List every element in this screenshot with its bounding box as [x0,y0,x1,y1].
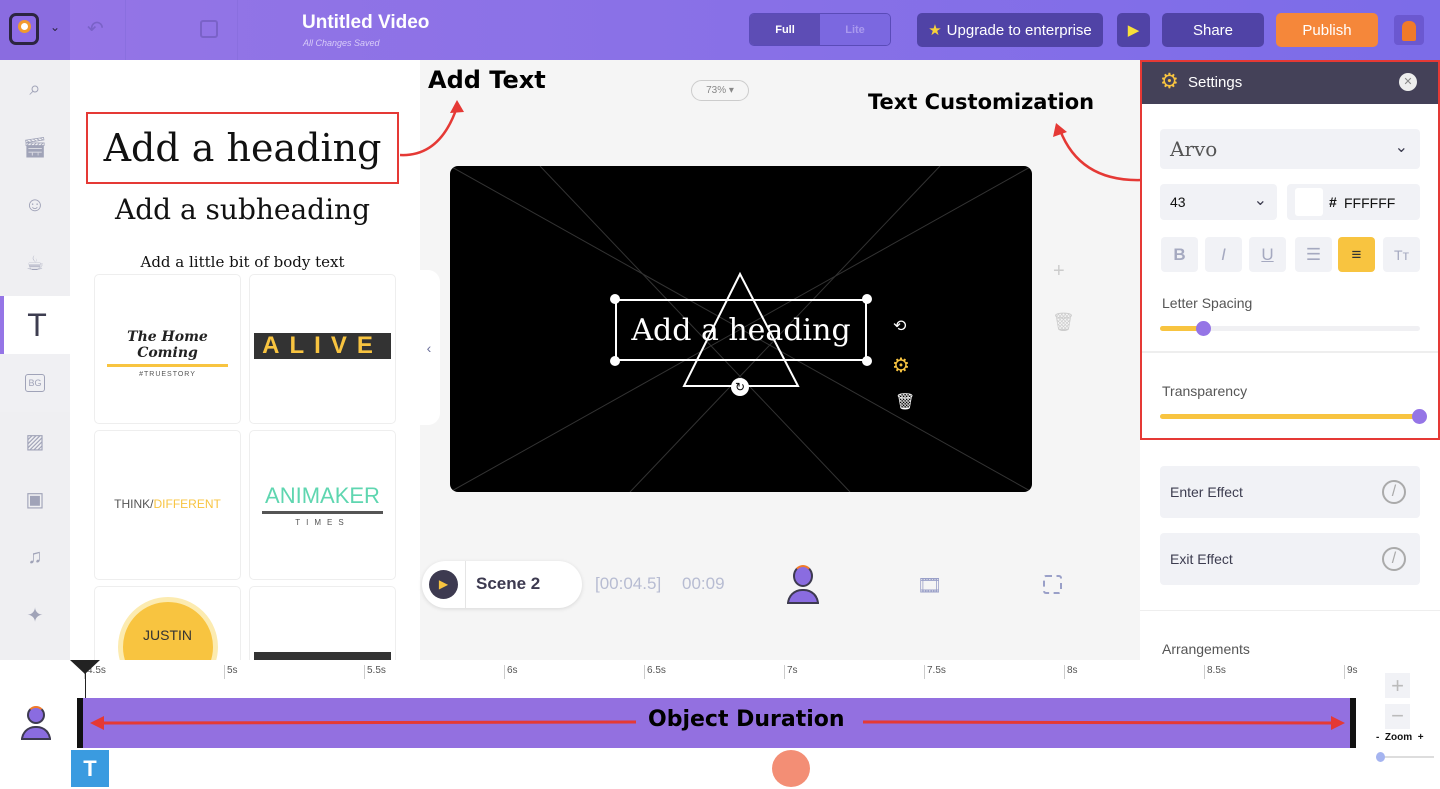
gear-icon[interactable]: ⚙ [892,353,910,378]
animation-marker[interactable] [772,750,810,787]
sidebar-item-text[interactable]: T [0,296,70,354]
text-template-card[interactable]: JUSTIN [94,586,241,666]
save-status: All Changes Saved [303,38,380,48]
timeline-tick: 6.5s [644,665,666,679]
sidebar: ⌕ 🎬︎ ☺ ☕︎ T BG ▨ ▣ ♫ ✦ [0,60,70,660]
add-body-text-option[interactable]: Add a little bit of body text [70,253,415,271]
camera-focus-icon[interactable] [1043,575,1062,594]
sidebar-item-scenes[interactable]: 🎬︎ [0,118,70,176]
exit-effect-button[interactable]: Exit Effect / [1160,533,1420,585]
timeline-tick: 7s [784,665,798,679]
annotation-text-customization: Text Customization [868,90,1095,114]
video-icon: ▣ [25,488,45,511]
effects-icon: ✦ [26,604,44,627]
none-icon: / [1382,547,1406,571]
avatar[interactable] [1394,15,1424,45]
top-bar: ⌄ ↶ Untitled Video All Changes Saved Ful… [0,0,1440,60]
timeline-zoom-slider[interactable] [1376,752,1434,762]
mode-toggle: Full Lite [749,13,891,46]
annotation-arrow [1053,123,1143,182]
mode-full-button[interactable]: Full [750,14,820,45]
sidebar-item-images[interactable]: ▨ [0,412,70,470]
sidebar-item-props[interactable]: ☕︎ [0,234,70,292]
add-subheading-option[interactable]: Add a subheading [70,193,415,226]
music-icon: ♫ [27,545,43,568]
image-icon: ▨ [25,430,45,453]
logo-menu[interactable]: ⌄ [0,0,70,60]
zoom-level-dropdown[interactable]: 73% ▾ [691,80,749,101]
trash-icon[interactable]: 🗑︎ [895,392,915,412]
video-icon[interactable]: 🎞︎ [917,573,942,598]
scene-icon: 🎬︎ [22,136,48,159]
settings-highlight [1140,60,1440,440]
text-template-card[interactable]: The Home Coming #TRUESTORY [94,274,241,424]
timeline-zoom-out-button[interactable]: − [1385,704,1410,729]
timeline-zoom-in-button[interactable]: + [1385,673,1410,698]
props-icon: ☕︎ [26,252,44,275]
motion-path-icon[interactable]: ⟲ [893,316,906,336]
resize-handle[interactable] [610,294,620,304]
timeline-tick: 8.5s [1204,665,1226,679]
resize-handle[interactable] [610,356,620,366]
publish-button[interactable]: Publish [1276,13,1378,47]
sidebar-item-characters[interactable]: ☺ [0,176,70,234]
resize-handle[interactable] [862,356,872,366]
logo-icon [9,13,39,45]
text-icon: T [27,306,47,343]
annotation-arrow [399,100,464,157]
text-template-card[interactable] [249,586,396,666]
sidebar-item-music[interactable]: ♫ [0,528,70,586]
mode-lite-button[interactable]: Lite [820,14,890,45]
rotate-handle[interactable]: ↻ [731,378,749,396]
sidebar-item-effects[interactable]: ✦ [0,586,70,644]
scene-current-time: [00:04.5] [595,574,662,593]
play-icon: ▶ [1127,22,1140,39]
timeline-tick: 5s [224,665,238,679]
zoom-label: - Zoom + [1376,732,1424,743]
character-track-icon [20,706,52,746]
timeline-tick: 5.5s [364,665,386,679]
text-panel: Add a heading Add a subheading Add a lit… [70,60,420,666]
timeline-tick: 6s [504,665,518,679]
none-icon: / [1382,480,1406,504]
add-scene-icon[interactable]: + [1053,260,1065,283]
text-template-card[interactable]: THINK/DIFFERENT [94,430,241,580]
scene-name: Scene 2 [476,574,541,593]
sidebar-item-search[interactable]: ⌕ [0,60,70,118]
background-icon: BG [25,374,45,392]
scene-play-button[interactable]: ▶ [429,570,458,599]
resize-handle[interactable] [862,294,872,304]
scene-pill: ▶ Scene 2 [422,561,582,608]
star-icon: ★ [928,22,942,39]
text-template-card[interactable]: ANIMAKER TIMES [249,430,396,580]
collapse-panel-button[interactable]: ‹ [418,270,440,425]
timeline-tick: 8s [1064,665,1078,679]
upgrade-button[interactable]: ★ Upgrade to enterprise [917,13,1103,47]
text-template-card[interactable]: ALIVE [249,274,396,424]
selected-text-box[interactable]: Add a heading [615,299,867,361]
arrangements-label: Arrangements [1162,641,1250,657]
enter-effect-button[interactable]: Enter Effect / [1160,466,1420,518]
scene-total-time: 00:09 [682,574,725,593]
character-icon: ☺ [24,193,46,216]
add-heading-option[interactable]: Add a heading [86,112,399,184]
canvas-stage[interactable]: Add a heading ↻ ⟲ ⚙ 🗑︎ [450,166,1032,492]
timeline-tick: 9s [1344,665,1358,679]
sidebar-item-background[interactable]: BG [0,354,70,412]
project-title[interactable]: Untitled Video [302,12,429,34]
timeline-tick: 7.5s [924,665,946,679]
preview-play-button[interactable]: ▶ [1117,13,1150,47]
delete-scene-icon[interactable]: 🗑︎ [1052,312,1075,333]
share-button[interactable]: Share [1162,13,1264,47]
chevron-down-icon: ⌄ [50,20,61,34]
chevron-left-icon: ‹ [426,339,432,356]
character-icon[interactable] [787,565,819,605]
annotation-add-text: Add Text [428,66,546,94]
annotation-object-duration: Object Duration [648,707,845,732]
search-icon: ⌕ [29,77,41,100]
undo-icon[interactable]: ↶ [87,16,104,41]
sidebar-item-videos[interactable]: ▣ [0,470,70,528]
duplicate-icon[interactable] [200,20,218,38]
text-track-icon[interactable]: T [71,750,109,787]
